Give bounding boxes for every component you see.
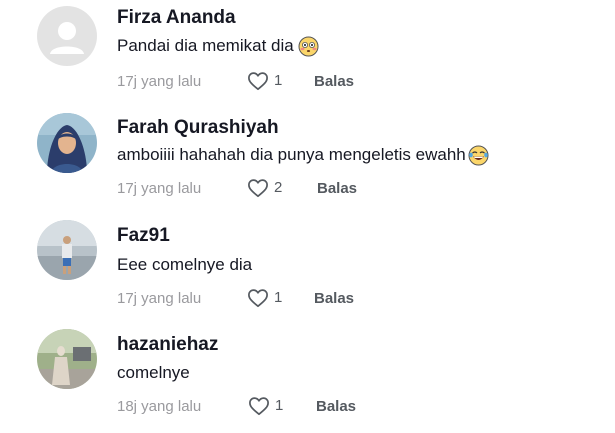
reply-button[interactable]: Balas [316,398,356,416]
comment-text-content: amboiiii hahahah dia punya mengeletis ew… [117,145,466,164]
default-avatar-icon [37,6,97,66]
comment-text: Eee comelnye dia [117,254,252,276]
like-button[interactable]: 1 [247,71,282,91]
user-photo-icon [37,220,97,280]
avatar[interactable] [37,113,97,173]
comment-item: Firza Ananda Pandai dia memikat dia 17j … [0,0,615,108]
like-count: 1 [275,397,284,414]
comment-text-content: comelnye [117,363,190,382]
comment-username[interactable]: Firza Ananda [117,7,236,29]
comment-text: amboiiii hahahah dia punya mengeletis ew… [117,144,489,166]
comment-time: 17j yang lalu [117,180,202,197]
comment-item: Faz91 Eee comelnye dia 17j yang lalu 1 B… [0,216,615,324]
heart-outline-icon [249,397,269,416]
tears-of-joy-emoji-icon [468,145,489,166]
comment-time: 17j yang lalu [117,73,202,90]
like-button[interactable]: 1 [248,396,283,416]
comment-username[interactable]: hazaniehaz [117,334,218,356]
like-count: 1 [274,72,283,89]
avatar[interactable] [37,220,97,280]
comment-time: 17j yang lalu [117,290,202,307]
comment-text: comelnye [117,362,190,384]
comment-item: hazaniehaz comelnye 18j yang lalu 1 Bala… [0,324,615,432]
like-count: 1 [274,289,283,306]
heart-outline-icon [248,179,268,198]
user-photo-icon [37,113,97,173]
comment-text-content: Pandai dia memikat dia [117,36,294,55]
comment-meta: 18j yang lalu 1 Balas [117,396,517,418]
comment-time: 18j yang lalu [117,398,202,415]
reply-button[interactable]: Balas [314,73,354,91]
avatar[interactable] [37,329,97,389]
comment-username[interactable]: Faz91 [117,225,170,247]
like-button[interactable]: 2 [247,178,282,198]
comment-text: Pandai dia memikat dia [117,35,319,57]
heart-outline-icon [248,72,268,91]
reply-button[interactable]: Balas [314,290,354,308]
avatar[interactable] [37,6,97,66]
comment-meta: 17j yang lalu 2 Balas [117,178,517,200]
comment-text-content: Eee comelnye dia [117,255,253,274]
like-button[interactable]: 1 [247,288,282,308]
like-count: 2 [274,179,283,196]
reply-button[interactable]: Balas [317,180,357,198]
user-photo-icon [37,329,97,389]
flushed-face-emoji-icon [298,36,319,57]
comment-meta: 17j yang lalu 1 Balas [117,71,517,93]
heart-outline-icon [248,289,268,308]
comment-username[interactable]: Farah Qurashiyah [117,117,279,139]
comment-meta: 17j yang lalu 1 Balas [117,288,517,310]
comment-item: Farah Qurashiyah amboiiii hahahah dia pu… [0,108,615,216]
